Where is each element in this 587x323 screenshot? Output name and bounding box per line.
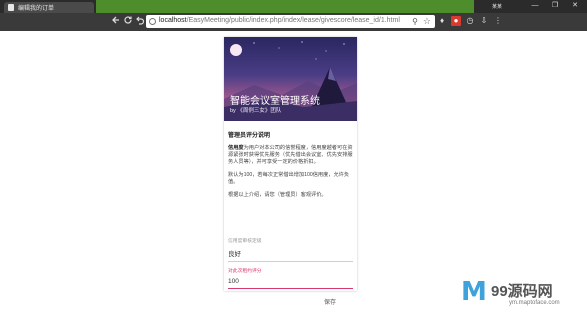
credit-term: 信用度 — [228, 145, 244, 151]
explanation-paragraph-2: 默认为100，若每次正常借出增加100信用度，允许负值。 — [228, 172, 350, 185]
lease-score-field[interactable]: 对此次租约评分 100 — [228, 267, 353, 289]
explanation-paragraph-1: 信用度为用户对本公司的信誉程度，信用度越者可在资源紧张时获得优先服务（优先借出会… — [228, 145, 353, 166]
app-title: 智能会议室管理系统 — [230, 96, 320, 107]
bookmark-star-icon[interactable]: ☆ — [423, 16, 431, 27]
credit-level-value[interactable]: 良好 — [228, 248, 353, 262]
back-button[interactable] — [110, 15, 122, 27]
mobile-app-card: 智能会议室管理系统 by 《周例三女》团队 管理员评分说明 信用度为用户对本公司… — [224, 37, 357, 306]
extension-puzzle-icon[interactable]: ♦ — [437, 16, 447, 26]
tab-title: 编辑我的订单 — [18, 6, 55, 12]
search-icon[interactable]: ⚲ — [412, 17, 418, 26]
save-button[interactable]: 保存 — [320, 295, 340, 308]
address-bar[interactable]: localhost/EasyMeeting/public/index.php/i… — [146, 15, 435, 28]
profile-chip[interactable]: 某某 — [492, 3, 502, 10]
reload-icon — [124, 16, 132, 24]
url-text[interactable]: localhost/EasyMeeting/public/index.php/i… — [159, 17, 400, 24]
credit-level-field[interactable]: 信用度审核定级 良好 — [228, 237, 353, 262]
arrow-left-icon — [112, 16, 119, 24]
undo-icon — [136, 16, 145, 25]
browser-titlebar: 编辑我的订单 某某 — ❐ ✕ — [0, 0, 587, 13]
section-heading: 管理员评分说明 — [228, 133, 271, 139]
lease-score-label: 对此次租约评分 — [228, 269, 262, 274]
app-subtitle: by 《周例三女》团队 — [230, 108, 282, 114]
lease-score-input[interactable]: 100 — [228, 278, 353, 289]
close-window-button[interactable]: ✕ — [568, 1, 582, 11]
paragraph-1-text: 为用户对本公司的信誉程度，信用度越者可在资源紧张时获得优先服务（优先借出会议室、… — [228, 145, 353, 165]
maximize-button[interactable]: ❐ — [548, 1, 562, 11]
hero-banner: 智能会议室管理系统 by 《周例三女》团队 — [224, 37, 357, 121]
site-watermark: M 99源码网 ym.maptoface.com — [461, 276, 579, 316]
credit-level-label: 信用度审核定级 — [228, 239, 262, 244]
watermark-url: ym.maptoface.com — [509, 300, 560, 306]
url-host: localhost — [159, 17, 187, 24]
titlebar-strip — [96, 0, 474, 13]
info-icon[interactable] — [149, 18, 156, 25]
page-favicon-icon — [8, 4, 14, 11]
minimize-button[interactable]: — — [528, 1, 542, 11]
red-extension-icon[interactable]: ● — [451, 16, 461, 26]
url-path: /EasyMeeting/public/index.php/index/leas… — [186, 17, 400, 24]
undo-button[interactable] — [134, 15, 146, 27]
watermark-text: 99源码网 — [491, 283, 553, 300]
browser-tab[interactable]: 编辑我的订单 — [4, 2, 94, 13]
explanation-paragraph-3: 根据以上介绍，请您（管理员）客观评价。 — [228, 192, 327, 198]
watermark-logo: M — [461, 277, 487, 307]
menu-icon[interactable]: ⋮ — [493, 16, 503, 26]
browser-toolbar: localhost/EasyMeeting/public/index.php/i… — [0, 13, 587, 31]
reload-button[interactable] — [122, 15, 134, 27]
rating-explanation: 管理员评分说明 信用度为用户对本公司的信誉程度，信用度越者可在资源紧张时获得优先… — [228, 130, 353, 199]
clock-icon[interactable]: ◷ — [465, 16, 475, 26]
download-icon[interactable]: ⇩ — [479, 16, 489, 26]
